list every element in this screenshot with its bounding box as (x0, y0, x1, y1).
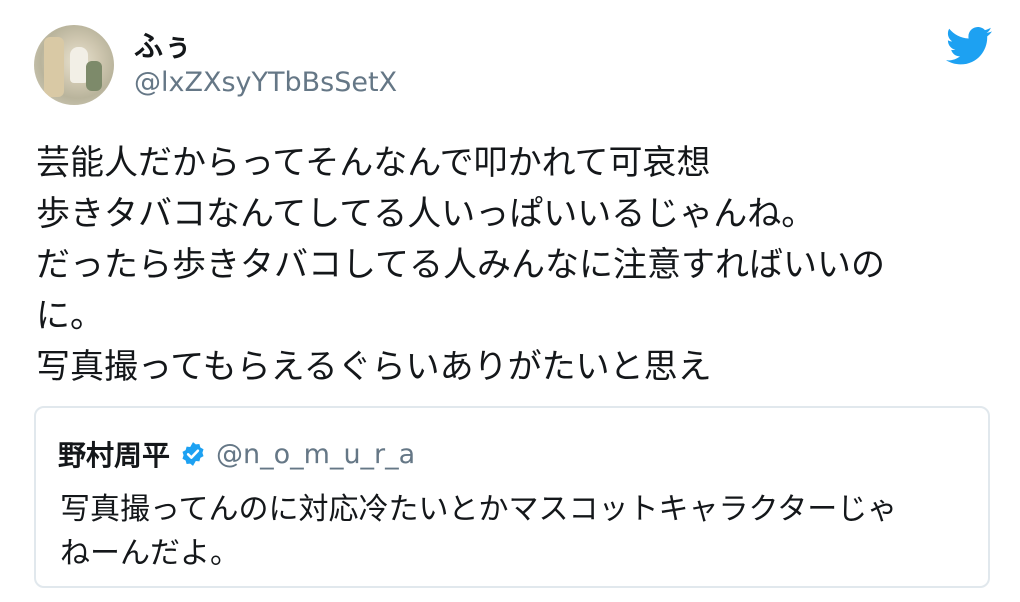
quoted-handle: @n_o_m_u_r_a (216, 438, 416, 470)
quoted-display-name: 野村周平 (58, 439, 171, 472)
quoted-text-line: ねーんだよ。 (60, 536, 240, 571)
tweet-text-line: だったら歩きタバコしてる人みんなに注意すればいいの (36, 245, 885, 285)
tweet-header: ふぅ @lxZXsyYTbBsSetX (34, 22, 397, 108)
tweet-text: 芸能人だからってそんなんで叩かれて可哀想 歩きタバコなんてしてる人いっぱいいるじ… (36, 138, 986, 393)
tweet-text-line: 歩きタバコなんてしてる人いっぱいいるじゃんね。 (36, 194, 816, 234)
tweet-text-line: 写真撮ってもらえるぐらいありがたいと思え (36, 347, 712, 387)
quoted-tweet-text: 写真撮ってんのに対応冷たいとかマスコットキャラクターじゃ ねーんだよ。 (60, 488, 980, 576)
quoted-tweet-card[interactable]: 野村周平 @n_o_m_u_r_a 写真撮ってんのに対応冷たいとかマスコットキャ… (34, 406, 990, 588)
tweet-text-line: 芸能人だからってそんなんで叩かれて可哀想 (36, 143, 711, 183)
quoted-tweet-header: 野村周平 @n_o_m_u_r_a (58, 434, 415, 474)
author-names: ふぅ @lxZXsyYTbBsSetX (134, 28, 397, 102)
author-handle[interactable]: @lxZXsyYTbBsSetX (134, 64, 397, 102)
twitter-bird-icon[interactable] (946, 26, 992, 66)
verified-badge-icon (182, 442, 204, 466)
tweet-text-line: に。 (36, 296, 104, 336)
quoted-text-line: 写真撮ってんのに対応冷たいとかマスコットキャラクターじゃ (60, 492, 898, 527)
author-display-name[interactable]: ふぅ (134, 28, 397, 64)
embedded-tweet: ふぅ @lxZXsyYTbBsSetX 芸能人だからってそんなんで叩かれて可哀想… (0, 0, 1020, 602)
user-avatar[interactable] (34, 25, 114, 105)
